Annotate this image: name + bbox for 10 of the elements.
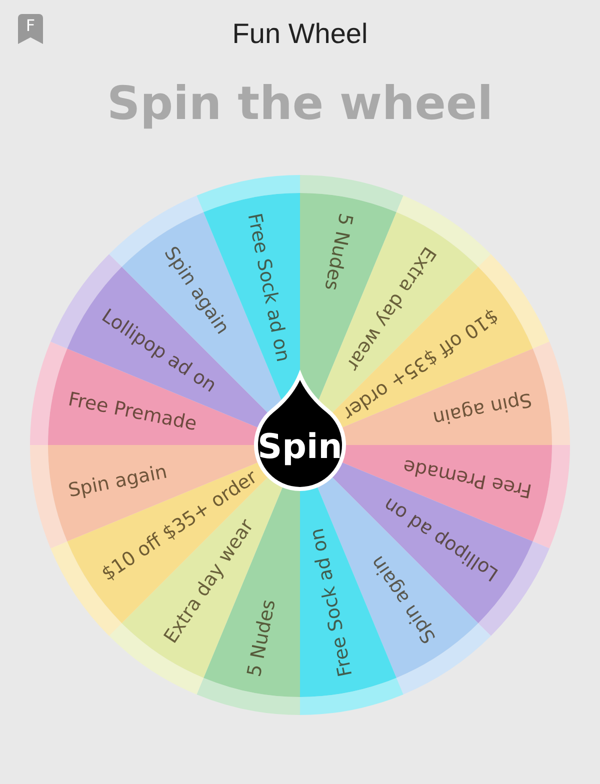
segment-label: Free Sock ad on: [306, 526, 357, 679]
heading: Spin the wheel: [106, 75, 494, 132]
segment-label: Spin again: [66, 460, 169, 502]
segment-label: 5 Nudes: [243, 598, 280, 679]
page-title: Fun Wheel: [232, 18, 368, 50]
segment-label: Spin again: [431, 388, 534, 430]
segment-label: Free Sock ad on: [243, 211, 294, 364]
segment-label: 5 Nudes: [320, 211, 357, 292]
segment-label: Free Premade: [66, 388, 199, 436]
segment-label: Free Premade: [401, 454, 534, 502]
